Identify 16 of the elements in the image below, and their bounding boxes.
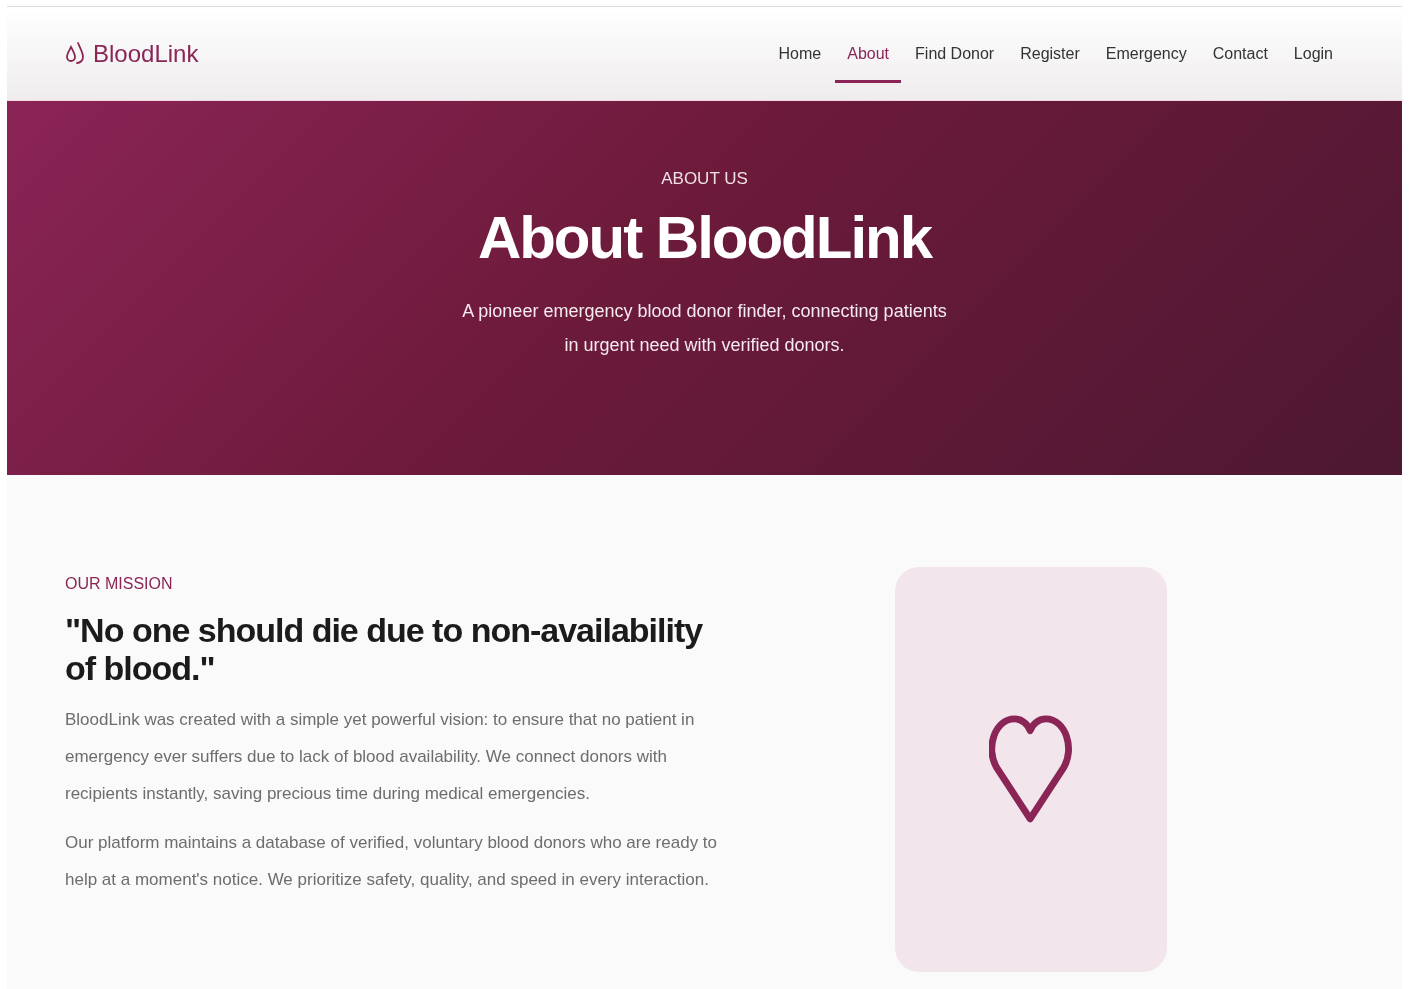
nav-link[interactable]: Register (1008, 7, 1092, 83)
nav-link[interactable]: Login (1281, 7, 1345, 83)
hero-title: About BloodLink (477, 203, 932, 272)
nav-link[interactable]: Contact (1200, 7, 1280, 83)
nav-link[interactable]: Emergency (1093, 7, 1199, 83)
nav-link[interactable]: Find Donor (903, 7, 1007, 83)
nav-link[interactable]: Home (766, 7, 834, 83)
mission-paragraph: BloodLink was created with a simple yet powerful vision: to ensure that no patient in emergency ever suffers due to lack of blood availability. We connect donors with recipients instantly, saving precious time during medical emergencies. (65, 709, 696, 805)
brand-logo[interactable]: BloodLink (65, 39, 199, 68)
hero-subtitle: A pioneer emergency blood donor finder, connecting patients in urgent need with verified donors. (461, 300, 948, 357)
hero-eyebrow: ABOUT US (661, 169, 748, 189)
mission-quote: "No one should die due to non-availability of blood." (65, 611, 704, 687)
section-eyebrow: OUR MISSION (65, 575, 174, 593)
mission-paragraph: Our platform maintains a database of verified, voluntary blood donors who are ready to help at a moment's notice. We prioritize safety, quality, and speed in every interaction. (65, 832, 719, 891)
blood-drops-icon (65, 40, 85, 67)
nav-link[interactable]: About (835, 7, 902, 83)
